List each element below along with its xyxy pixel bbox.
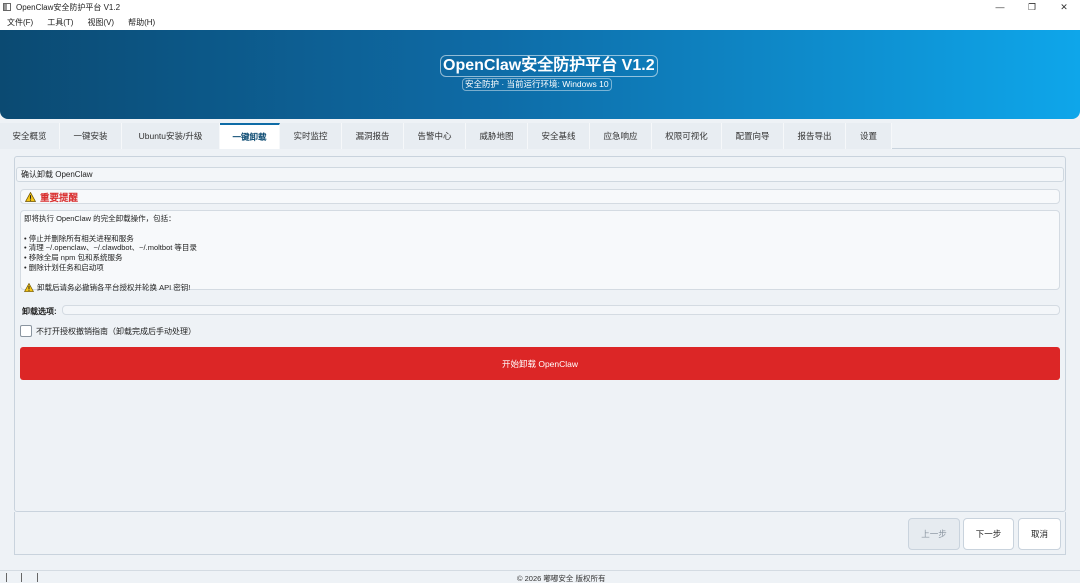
options-divider <box>62 305 1060 315</box>
close-button[interactable]: ✕ <box>1048 0 1080 14</box>
tab-bar: 安全概览 一键安装 Ubuntu安装/升级 一键卸载 实时监控 漏洞报告 告警中… <box>0 123 1080 149</box>
note-line: 卸载后请务必撤销各平台授权并轮换 API 密钥! <box>24 283 1056 293</box>
uninstall-info: 即将执行 OpenClaw 的完全卸载操作，包括： • 停止并删除所有相关进程和… <box>20 210 1060 293</box>
tab-ubuntu-install[interactable]: Ubuntu安装/升级 <box>122 123 220 149</box>
tab-settings[interactable]: 设置 <box>846 123 892 149</box>
window-title: OpenClaw安全防护平台 V1.2 <box>16 2 121 12</box>
bullet-item: • 清理 ~/.openclaw、~/.clawdbot、~/.moltbot … <box>24 243 197 253</box>
tab-alerts[interactable]: 告警中心 <box>404 123 466 149</box>
menu-view[interactable]: 视图(V) <box>87 17 114 28</box>
prev-button[interactable]: 上一步 <box>908 518 960 550</box>
menu-help[interactable]: 帮助(H) <box>128 17 155 28</box>
tab-config-wizard[interactable]: 配置向导 <box>722 123 784 149</box>
checkbox-label[interactable]: 不打开授权撤销指南（卸载完成后手动处理） <box>36 326 196 337</box>
skip-guide-checkbox[interactable] <box>20 325 32 337</box>
confirm-title: 确认卸载 OpenClaw <box>16 167 1064 182</box>
tab-vuln-report[interactable]: 漏洞报告 <box>342 123 404 149</box>
tab-overview[interactable]: 安全概览 <box>0 123 60 149</box>
app-icon <box>3 3 11 11</box>
menu-tools[interactable]: 工具(T) <box>47 17 73 28</box>
intro-text: 即将执行 OpenClaw 的完全卸载操作，包括： <box>24 214 176 223</box>
note-text: 卸载后请务必撤销各平台授权并轮换 API 密钥! <box>37 282 191 292</box>
tab-install[interactable]: 一键安装 <box>60 123 122 149</box>
bullet-item: • 删除计划任务和启动项 <box>24 262 104 272</box>
checkbox-row[interactable]: 不打开授权撤销指南（卸载完成后手动处理） <box>20 325 196 337</box>
restore-button[interactable]: ❐ <box>1016 0 1048 14</box>
bullet-item: • 停止并删除所有相关进程和服务 <box>24 233 134 243</box>
header-banner: OpenClaw安全防护平台 V1.2 安全防护 · 当前运行环境: Windo… <box>0 30 1080 119</box>
tab-threat-map[interactable]: 威胁地图 <box>466 123 528 149</box>
minimize-button[interactable]: — <box>984 0 1016 14</box>
menu-file[interactable]: 文件(F) <box>7 17 33 28</box>
warning-title: 重要提醒 <box>40 192 79 204</box>
window-controls: — ❐ ✕ <box>984 0 1080 14</box>
menu-bar: 文件(F) 工具(T) 视图(V) 帮助(H) <box>0 14 1080 30</box>
status-divider <box>37 573 38 582</box>
tab-baseline[interactable]: 安全基线 <box>528 123 590 149</box>
title-bar: OpenClaw安全防护平台 V1.2 — ❐ ✕ <box>0 0 1080 14</box>
banner-subtitle: 安全防护 · 当前运行环境: Windows 10 <box>462 78 612 91</box>
tab-monitor[interactable]: 实时监控 <box>280 123 342 149</box>
bullet-item: • 移除全局 npm 包和系统服务 <box>24 253 123 263</box>
tab-response[interactable]: 应急响应 <box>590 123 652 149</box>
warning-header: 重要提醒 <box>20 189 1060 204</box>
warning-icon <box>24 282 34 292</box>
warning-icon <box>25 191 36 202</box>
options-label: 卸载选项: <box>22 307 57 316</box>
banner-title: OpenClaw安全防护平台 V1.2 <box>440 55 658 77</box>
start-uninstall-button[interactable]: 开始卸载 OpenClaw <box>20 347 1060 380</box>
tab-report-export[interactable]: 报告导出 <box>784 123 846 149</box>
status-divider <box>21 573 22 582</box>
copyright-text: © 2026 嘟嘟安全 版权所有 <box>517 574 606 583</box>
tab-permissions[interactable]: 权限可视化 <box>652 123 722 149</box>
status-divider <box>6 573 7 582</box>
status-bar: © 2026 嘟嘟安全 版权所有 <box>0 570 1080 583</box>
tab-uninstall[interactable]: 一键卸载 <box>220 123 280 149</box>
cancel-button[interactable]: 取消 <box>1018 518 1061 550</box>
next-button[interactable]: 下一步 <box>963 518 1014 550</box>
